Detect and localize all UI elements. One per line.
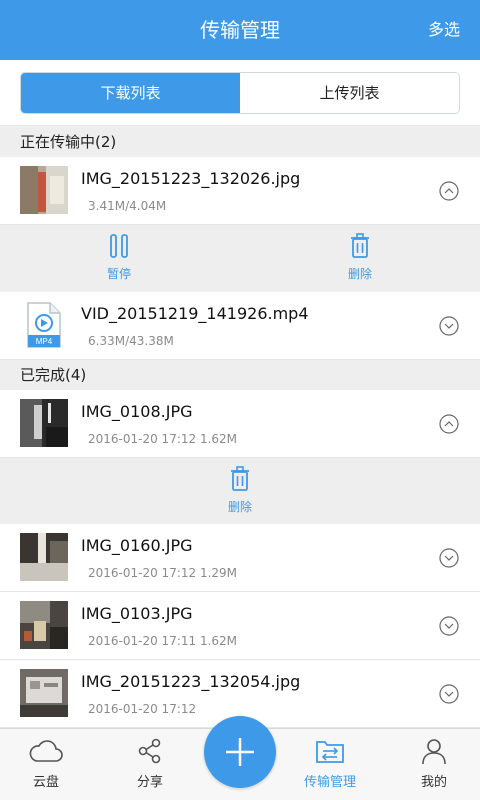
file-name: IMG_0103.JPG [81, 604, 193, 623]
file-progress: 3.41M/4.04M [88, 199, 167, 213]
file-name: IMG_0160.JPG [81, 536, 193, 555]
delete-button[interactable]: 删除 [210, 466, 270, 515]
file-name: IMG_0108.JPG [81, 402, 193, 421]
section-header-completed: 已完成(4) [0, 360, 480, 390]
list-item[interactable]: IMG_20151223_132026.jpg 3.41M/4.04M [0, 157, 480, 225]
file-name: VID_20151219_141926.mp4 [81, 304, 309, 323]
file-meta: 2016-01-20 17:12 1.29M [88, 566, 238, 580]
file-thumbnail [20, 166, 68, 214]
pause-icon [110, 234, 128, 258]
transfer-actions-panel: 暂停 删除 [0, 225, 480, 291]
pause-button[interactable]: 暂停 [89, 233, 149, 282]
chevron-up-icon[interactable] [439, 414, 459, 434]
nav-label-share: 分享 [136, 775, 163, 790]
nav-item-cloud[interactable]: 云盘 [6, 737, 86, 790]
trash-icon [231, 466, 249, 491]
page-title: 传输管理 [200, 18, 280, 42]
nav-label-transfer: 传输管理 [303, 775, 356, 790]
file-meta: 2016-01-20 17:11 1.62M [88, 634, 238, 648]
file-name: IMG_20151223_132054.jpg [81, 672, 301, 691]
trash-icon [351, 233, 369, 258]
nav-label-cloud: 云盘 [32, 775, 59, 790]
section-header-transferring: 正在传输中(2) [0, 127, 480, 157]
chevron-down-icon[interactable] [439, 548, 459, 568]
pause-label: 暂停 [106, 267, 131, 281]
share-icon [138, 738, 161, 764]
file-name: IMG_20151223_132026.jpg [81, 169, 301, 188]
tab-upload-list[interactable]: 上传列表 [240, 73, 459, 113]
tabs-bar: 下载列表 上传列表 [0, 60, 480, 126]
chevron-down-icon[interactable] [439, 316, 459, 336]
file-thumbnail [20, 399, 68, 447]
mp4-badge: MP4 [36, 337, 53, 346]
nav-item-share[interactable]: 分享 [110, 737, 190, 790]
list-item[interactable]: IMG_0108.JPG 2016-01-20 17:12 1.62M [0, 390, 480, 458]
file-thumbnail [20, 533, 68, 581]
list-item[interactable]: MP4 VID_20151219_141926.mp4 6.33M/43.38M [0, 292, 480, 360]
plus-icon [226, 738, 254, 766]
list-item[interactable]: IMG_0160.JPG 2016-01-20 17:12 1.29M [0, 524, 480, 592]
video-file-icon: MP4 [20, 301, 68, 349]
segmented-control: 下载列表 上传列表 [20, 72, 460, 114]
add-button[interactable] [204, 716, 276, 788]
tab-download-list[interactable]: 下载列表 [21, 73, 240, 113]
nav-item-transfer[interactable]: 传输管理 [290, 737, 370, 790]
chevron-down-icon[interactable] [439, 616, 459, 636]
nav-item-mine[interactable]: 我的 [394, 737, 474, 790]
file-thumbnail [20, 669, 68, 717]
cloud-icon [29, 740, 63, 762]
chevron-up-icon[interactable] [439, 181, 459, 201]
completed-actions-panel: 删除 [0, 458, 480, 524]
file-meta: 2016-01-20 17:12 1.62M [88, 432, 238, 446]
list-item[interactable]: IMG_0103.JPG 2016-01-20 17:11 1.62M [0, 592, 480, 660]
chevron-down-icon[interactable] [439, 684, 459, 704]
delete-label: 删除 [227, 500, 252, 514]
multi-select-button[interactable]: 多选 [428, 0, 460, 60]
nav-label-mine: 我的 [420, 775, 447, 790]
file-progress: 6.33M/43.38M [88, 334, 174, 348]
delete-label: 删除 [347, 267, 372, 281]
transfer-icon [316, 741, 344, 763]
file-meta: 2016-01-20 17:12 [88, 702, 197, 716]
file-thumbnail [20, 601, 68, 649]
title-bar: 传输管理 多选 [0, 0, 480, 60]
delete-button[interactable]: 删除 [330, 233, 390, 282]
user-icon [422, 739, 446, 765]
